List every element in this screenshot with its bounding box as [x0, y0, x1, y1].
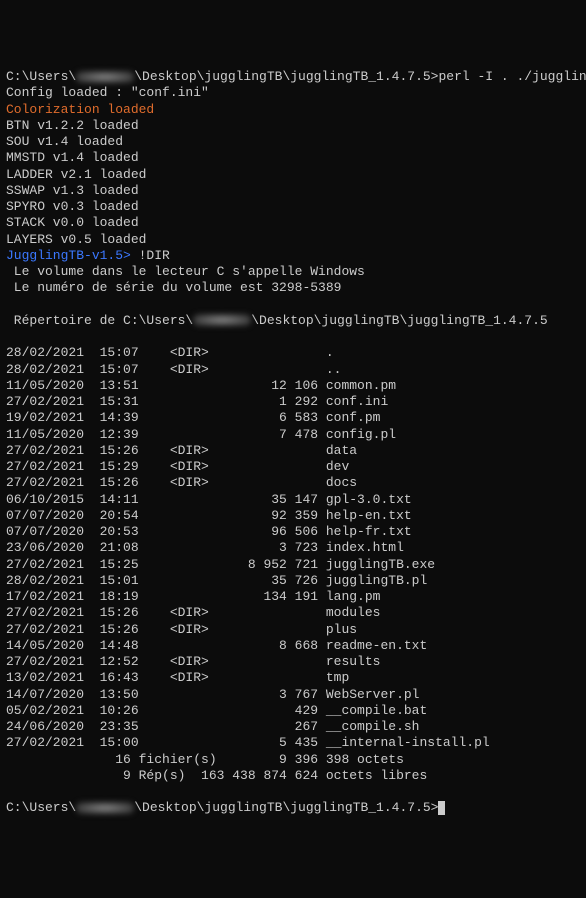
blank-line	[6, 329, 580, 345]
startup-colorization: Colorization loaded	[6, 102, 580, 118]
dir-entry: 14/05/2020 14:48 8 668 readme-en.txt	[6, 638, 580, 654]
dir-summary-files: 16 fichier(s) 9 396 398 octets	[6, 752, 580, 768]
prompt-line[interactable]: C:\Users\\Desktop\jugglingTB\jugglingTB_…	[6, 800, 580, 816]
dir-entry: 28/02/2021 15:07 <DIR> .	[6, 345, 580, 361]
dir-entry: 28/02/2021 15:07 <DIR> ..	[6, 362, 580, 378]
dir-entry: 27/02/2021 15:26 <DIR> plus	[6, 622, 580, 638]
inner-prompt-label: JugglingTB-v1.5>	[6, 248, 131, 263]
dir-entry: 14/07/2020 13:50 3 767 WebServer.pl	[6, 687, 580, 703]
dir-entry: 27/02/2021 15:31 1 292 conf.ini	[6, 394, 580, 410]
redacted-username	[76, 71, 134, 83]
startup-module-line: SPYRO v0.3 loaded	[6, 199, 580, 215]
dir-entry: 06/10/2015 14:11 35 147 gpl-3.0.txt	[6, 492, 580, 508]
dir-entry: 27/02/2021 15:29 <DIR> dev	[6, 459, 580, 475]
dir-entry: 19/02/2021 14:39 6 583 conf.pm	[6, 410, 580, 426]
dir-entry: 05/02/2021 10:26 429 __compile.bat	[6, 703, 580, 719]
startup-module-line: STACK v0.0 loaded	[6, 215, 580, 231]
terminal-output[interactable]: C:\Users\\Desktop\jugglingTB\jugglingTB_…	[6, 69, 580, 817]
dir-entry: 27/02/2021 15:26 <DIR> modules	[6, 605, 580, 621]
blank-line	[6, 784, 580, 800]
prompt-line: C:\Users\\Desktop\jugglingTB\jugglingTB_…	[6, 69, 580, 85]
dir-entry: 28/02/2021 15:01 35 726 jugglingTB.pl	[6, 573, 580, 589]
inner-command: !DIR	[131, 248, 170, 263]
dir-entry: 27/02/2021 15:26 <DIR> data	[6, 443, 580, 459]
startup-module-line: LADDER v2.1 loaded	[6, 167, 580, 183]
startup-module-line: SSWAP v1.3 loaded	[6, 183, 580, 199]
startup-module-line: BTN v1.2.2 loaded	[6, 118, 580, 134]
dir-entry: 13/02/2021 16:43 <DIR> tmp	[6, 670, 580, 686]
dir-entry: 17/02/2021 18:19 134 191 lang.pm	[6, 589, 580, 605]
prompt-path: C:\Users\	[6, 800, 76, 815]
dir-summary-dirs: 9 Rép(s) 163 438 874 624 octets libres	[6, 768, 580, 784]
inner-prompt: JugglingTB-v1.5> !DIR	[6, 248, 580, 264]
blank-line	[6, 297, 580, 313]
redacted-username	[193, 314, 251, 326]
dir-entry: 24/06/2020 23:35 267 __compile.sh	[6, 719, 580, 735]
dir-entry: 23/06/2020 21:08 3 723 index.html	[6, 540, 580, 556]
command-text: perl -I . ./jugglingTB.pl	[438, 69, 586, 84]
startup-module-line: MMSTD v1.4 loaded	[6, 150, 580, 166]
prompt-path: C:\Users\	[6, 69, 76, 84]
startup-line: Config loaded : "conf.ini"	[6, 85, 580, 101]
startup-module-line: SOU v1.4 loaded	[6, 134, 580, 150]
redacted-username	[76, 802, 134, 814]
dir-entry: 27/02/2021 15:25 8 952 721 jugglingTB.ex…	[6, 557, 580, 573]
dir-entry: 11/05/2020 12:39 7 478 config.pl	[6, 427, 580, 443]
dir-serial-line: Le numéro de série du volume est 3298-53…	[6, 280, 580, 296]
startup-module-line: LAYERS v0.5 loaded	[6, 232, 580, 248]
dir-volume-line: Le volume dans le lecteur C s'appelle Wi…	[6, 264, 580, 280]
dir-entry: 07/07/2020 20:53 96 506 help-fr.txt	[6, 524, 580, 540]
dir-path-line: Répertoire de C:\Users\\Desktop\juggling…	[6, 313, 580, 329]
dir-entry: 27/02/2021 15:26 <DIR> docs	[6, 475, 580, 491]
dir-entry: 07/07/2020 20:54 92 359 help-en.txt	[6, 508, 580, 524]
dir-entry: 27/02/2021 15:00 5 435 __internal-instal…	[6, 735, 580, 751]
dir-entry: 27/02/2021 12:52 <DIR> results	[6, 654, 580, 670]
cursor[interactable]	[438, 801, 445, 815]
dir-entry: 11/05/2020 13:51 12 106 common.pm	[6, 378, 580, 394]
